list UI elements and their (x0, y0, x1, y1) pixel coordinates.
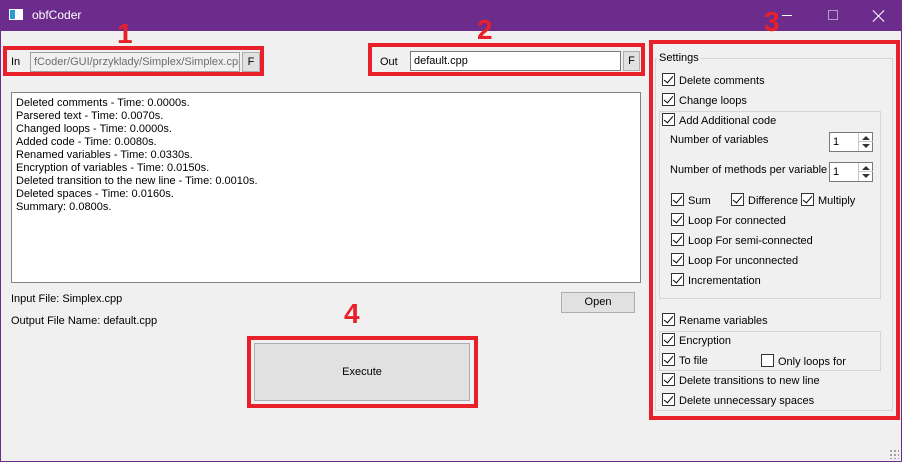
open-button[interactable]: Open (561, 292, 635, 313)
annotation-label-1: 1 (117, 18, 133, 49)
annotation-label-2: 2 (477, 14, 493, 45)
window-border (0, 31, 1, 462)
annotation-label-4: 4 (344, 298, 360, 329)
log-line: Summary: 0.0800s. (16, 201, 112, 213)
annotation-box-2 (368, 43, 645, 76)
annotation-box-4 (247, 336, 478, 408)
log-line: Added code - Time: 0.0080s. (16, 136, 157, 148)
close-button[interactable] (856, 0, 902, 31)
close-icon (872, 9, 886, 23)
log-output[interactable]: Deleted comments - Time: 0.0000s. Parsere… (11, 92, 641, 283)
log-line: Deleted spaces - Time: 0.0160s. (16, 188, 174, 200)
annotation-label-3: 3 (764, 6, 780, 37)
resize-grip-icon[interactable] (889, 449, 899, 459)
output-file-info: Output File Name: default.cpp (11, 315, 158, 327)
log-line: Parsered text - Time: 0.0070s. (16, 110, 164, 122)
log-line: Deleted transition to the new line - Tim… (16, 175, 258, 187)
window-title: obfCoder (32, 8, 82, 22)
maximize-button[interactable] (810, 0, 856, 31)
annotation-box-1 (3, 46, 264, 76)
app-icon (9, 9, 23, 20)
log-line: Renamed variables - Time: 0.0330s. (16, 149, 193, 161)
annotation-box-3 (649, 40, 900, 420)
log-line: Changed loops - Time: 0.0000s. (16, 123, 172, 135)
input-file-info: Input File: Simplex.cpp (11, 293, 123, 305)
log-line: Encryption of variables - Time: 0.0150s. (16, 162, 210, 174)
maximize-icon (828, 10, 838, 20)
log-line: Deleted comments - Time: 0.0000s. (16, 97, 190, 109)
minimize-icon (782, 15, 792, 16)
